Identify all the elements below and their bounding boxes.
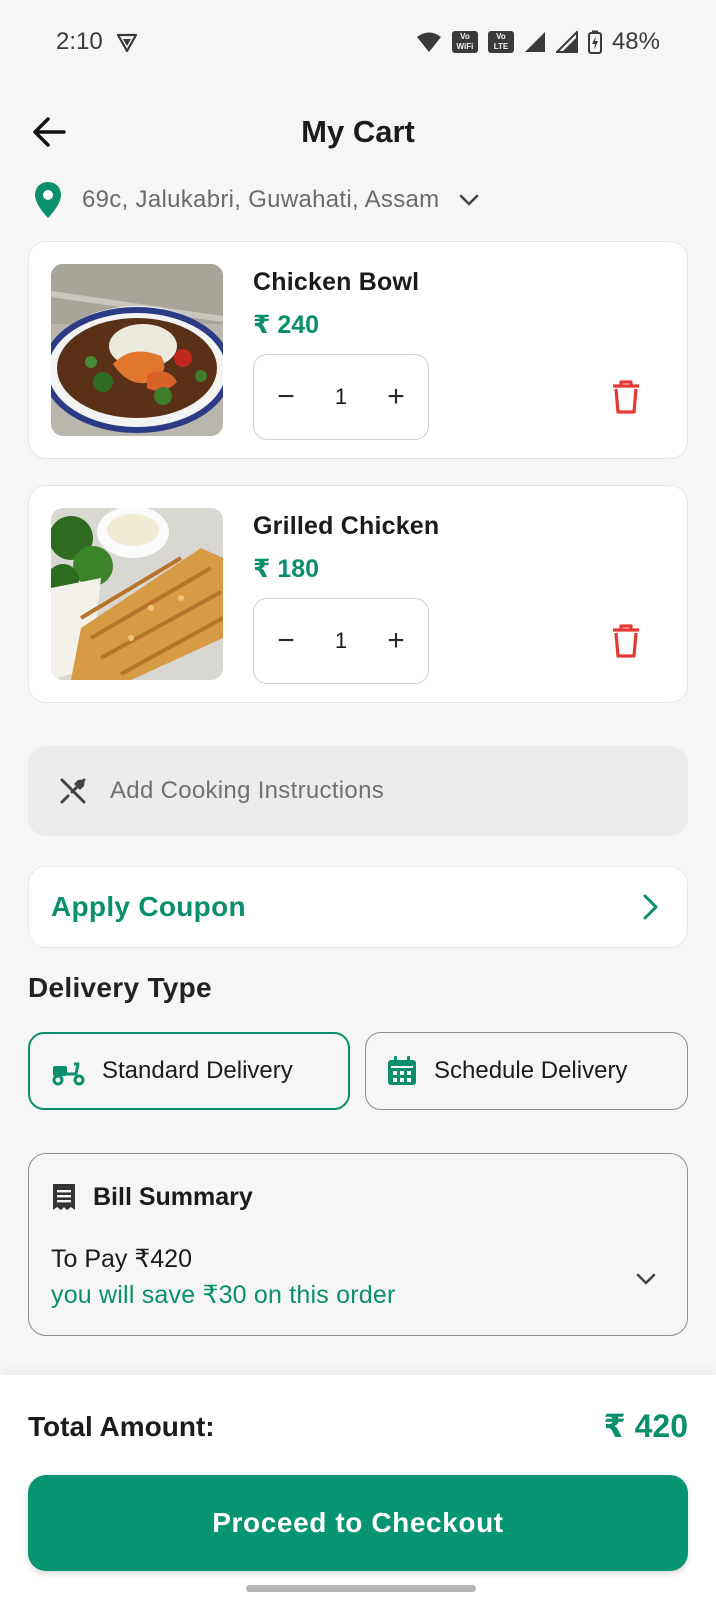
delivery-type-heading: Delivery Type: [28, 972, 212, 1003]
total-amount-value: ₹ 420: [603, 1408, 688, 1444]
item-price: ₹ 240: [253, 311, 320, 339]
status-left: 2:10: [56, 28, 139, 56]
home-indicator[interactable]: [246, 1585, 476, 1592]
quantity-stepper: − 1 +: [253, 598, 429, 684]
battery-charging-icon: [587, 30, 602, 54]
cooking-instructions-input[interactable]: Add Cooking Instructions: [28, 746, 688, 836]
delete-trash-icon[interactable]: [611, 380, 641, 414]
status-right: Vo WiFi Vo LTE 48%: [416, 28, 660, 56]
chevron-down-icon[interactable]: [457, 188, 481, 212]
top-app-bar: My Cart: [0, 100, 716, 164]
wifi-icon: [416, 32, 441, 52]
apply-coupon-label: Apply Coupon: [51, 891, 246, 922]
address-text: 69c, Jalukabri, Guwahati, Assam: [82, 186, 440, 213]
chicken-bowl-image: [51, 264, 223, 436]
bill-summary-header: Bill Summary: [51, 1182, 253, 1212]
utensils-icon: [60, 778, 86, 804]
scooter-icon: [52, 1062, 85, 1086]
savings-note: you will save ₹30 on this order: [51, 1281, 396, 1309]
quantity-value: 1: [334, 384, 348, 409]
cart-item-card: Grilled Chicken ₹ 180 − 1 +: [28, 485, 688, 703]
calendar-icon: [388, 1056, 416, 1085]
vowifi-badge: Vo WiFi: [451, 31, 478, 53]
battery-percent: 48%: [611, 28, 660, 55]
standard-delivery-label: Standard Delivery: [102, 1057, 293, 1084]
back-arrow-icon[interactable]: [30, 112, 70, 152]
quantity-stepper: − 1 +: [253, 354, 429, 440]
receipt-icon: [53, 1184, 75, 1210]
grilled-chicken-image: [51, 508, 223, 680]
signal-icon-2: [555, 31, 578, 53]
status-time: 2:10: [56, 28, 103, 55]
schedule-delivery-option[interactable]: Schedule Delivery: [365, 1032, 688, 1110]
bill-summary-title: Bill Summary: [93, 1182, 253, 1211]
checkout-panel: Total Amount: ₹ 420 Proceed to Checkout: [0, 1375, 716, 1600]
quantity-value: 1: [334, 628, 348, 653]
item-name: Chicken Bowl: [253, 268, 420, 296]
apply-coupon-button[interactable]: Apply Coupon: [28, 866, 688, 948]
increment-button[interactable]: +: [381, 626, 411, 656]
to-pay-amount: To Pay ₹420: [51, 1245, 192, 1273]
page-title: My Cart: [301, 114, 415, 149]
total-amount-label: Total Amount:: [28, 1411, 215, 1442]
cooking-instructions-placeholder: Add Cooking Instructions: [110, 777, 385, 804]
cart-item-card: Chicken Bowl ₹ 240 − 1 +: [28, 241, 688, 459]
delivery-address-selector[interactable]: 69c, Jalukabri, Guwahati, Assam: [32, 176, 481, 224]
decrement-button[interactable]: −: [271, 626, 301, 656]
chevron-down-icon[interactable]: [633, 1266, 659, 1292]
decrement-button[interactable]: −: [271, 382, 301, 412]
delete-trash-icon[interactable]: [611, 624, 641, 658]
signal-icon-1: [524, 32, 545, 52]
location-pin-icon: [35, 182, 61, 218]
item-name: Grilled Chicken: [253, 512, 440, 540]
schedule-delivery-label: Schedule Delivery: [434, 1057, 628, 1084]
proceed-to-checkout-button[interactable]: Proceed to Checkout: [28, 1475, 688, 1571]
standard-delivery-option[interactable]: Standard Delivery: [28, 1032, 350, 1110]
increment-button[interactable]: +: [381, 382, 411, 412]
bill-summary-card[interactable]: Bill Summary To Pay ₹420 you will save ₹…: [28, 1153, 688, 1336]
status-bar: 2:10 Vo WiFi Vo LTE 48%: [0, 0, 716, 84]
volte-badge: Vo LTE: [487, 31, 514, 53]
vpn-shield-icon: [116, 33, 137, 53]
chevron-right-icon: [643, 894, 658, 920]
item-price: ₹ 180: [253, 555, 320, 583]
